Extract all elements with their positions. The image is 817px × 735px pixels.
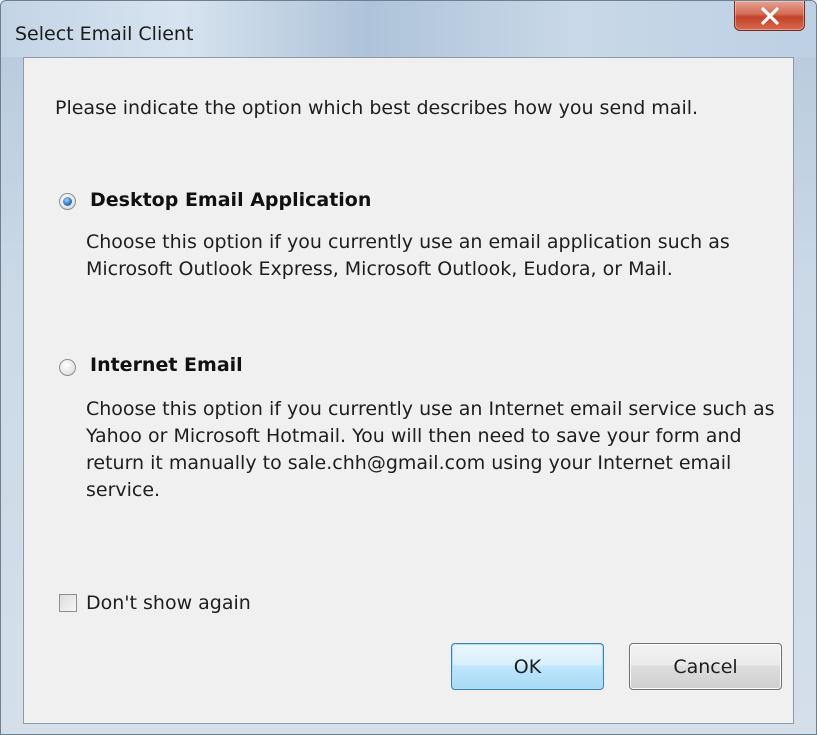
- cancel-button[interactable]: Cancel: [629, 643, 782, 690]
- dont-show-again-checkbox[interactable]: [59, 594, 77, 612]
- prompt-text: Please indicate the option which best de…: [55, 97, 699, 119]
- internet-email-description: Choose this option if you currently use …: [86, 398, 775, 501]
- internet-email-label[interactable]: Internet Email: [90, 354, 243, 376]
- desktop-email-radio[interactable]: [59, 193, 76, 210]
- close-button[interactable]: [734, 1, 805, 31]
- dont-show-again-label[interactable]: Don't show again: [86, 590, 251, 617]
- dialog-body: Please indicate the option which best de…: [23, 57, 794, 724]
- desktop-email-description: Choose this option if you currently use …: [86, 231, 730, 280]
- dialog-title: Select Email Client: [15, 23, 194, 45]
- internet-email-radio[interactable]: [59, 359, 76, 376]
- desktop-email-label[interactable]: Desktop Email Application: [90, 189, 371, 211]
- ok-button[interactable]: OK: [451, 643, 604, 690]
- title-bar[interactable]: Select Email Client: [1, 1, 816, 57]
- select-email-client-dialog: Select Email Client Please indicate the …: [0, 0, 817, 735]
- radio-selected-dot: [63, 197, 72, 206]
- close-icon: [761, 7, 779, 25]
